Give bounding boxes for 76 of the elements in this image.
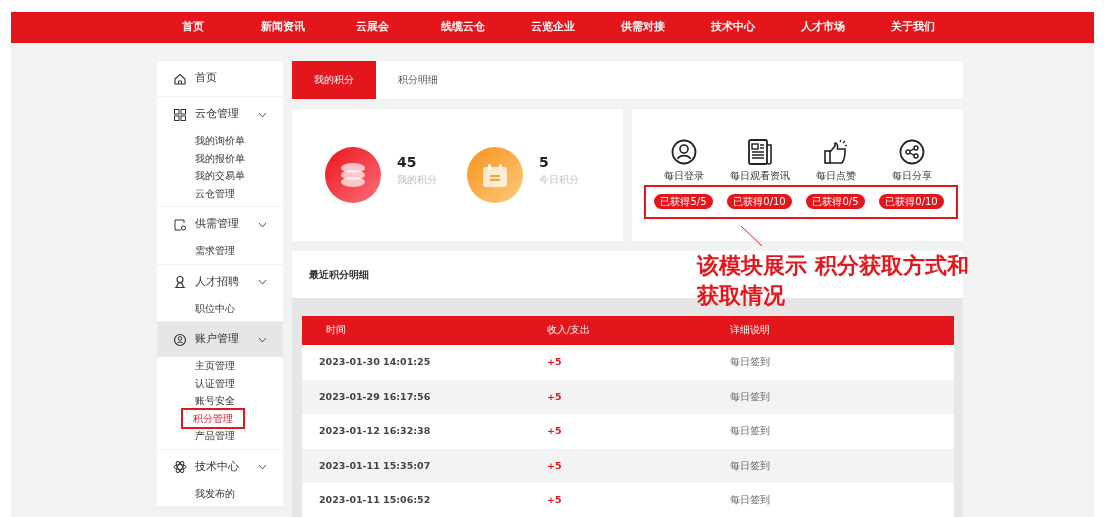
tab[interactable]: 我的积分 <box>292 61 376 99</box>
table-cell-text: +5 <box>547 493 563 508</box>
sidebar-menu-item[interactable]: 云仓管理 <box>157 97 283 132</box>
nav-link[interactable]: 云展会 <box>327 19 418 36</box>
sidebar-menu-item[interactable]: 技术中心 <box>157 449 283 485</box>
atom-icon <box>173 460 187 474</box>
leader-line <box>740 225 764 247</box>
table-cell-text: +5 <box>547 355 563 370</box>
chevron-down-icon <box>258 464 267 470</box>
sidebar-menu-item[interactable]: 供需管理 <box>157 207 283 242</box>
table-cell-text: 2023-01-11 15:35:07 <box>318 458 432 473</box>
task-label: 每日观看资讯 <box>729 169 790 183</box>
stat-value: 45 <box>397 153 418 173</box>
sidebar-submenu-item[interactable]: 我的询价单 <box>193 132 247 150</box>
nav-link[interactable]: 首页 <box>147 19 238 36</box>
table-cell-text: 2023-01-30 14:01:25 <box>318 355 432 370</box>
sidebar-menu-item[interactable]: 人才招聘 <box>157 264 283 300</box>
progress-badge: 已获得0/10 <box>727 194 792 210</box>
sidebar-submenu-item[interactable]: 产品管理 <box>193 427 237 445</box>
section-title: 最近积分明细 <box>308 268 369 282</box>
sidebar-submenu-item[interactable]: 职位中心 <box>193 299 237 317</box>
table-cell-text: 2023-01-12 16:32:38 <box>318 424 432 439</box>
newspaper-icon <box>746 139 773 165</box>
nav-link[interactable]: 供需对接 <box>597 19 688 36</box>
calendar-icon <box>481 161 509 189</box>
sidebar-menu-item[interactable]: 账户管理 <box>157 322 283 357</box>
table-cell-text: 2023-01-11 15:06:52 <box>318 493 432 508</box>
sidebar-submenu-item[interactable]: 需求管理 <box>193 242 237 260</box>
table-cell-text: 每日签到 <box>730 458 771 473</box>
annotation-text: 该模块展示 积分获取方式和 获取情况 <box>697 252 969 310</box>
column-header: 详细说明 <box>730 323 771 338</box>
home-icon <box>173 71 187 86</box>
table-cell-text: +5 <box>547 458 563 473</box>
task-label: 每日登录 <box>663 169 704 183</box>
document-icon <box>173 217 187 232</box>
grid-icon <box>173 107 187 122</box>
nav-link[interactable]: 技术中心 <box>687 19 778 36</box>
share-icon <box>898 139 925 165</box>
sidebar-submenu-item[interactable]: 认证管理 <box>193 374 237 392</box>
progress-badge: 已获得0/10 <box>879 194 944 210</box>
sidebar-submenu-item[interactable]: 我的报价单 <box>193 149 247 167</box>
stat-value: 5 <box>539 153 550 173</box>
chevron-down-icon <box>258 111 267 118</box>
table-cell-text: 每日签到 <box>730 493 771 508</box>
nav-link[interactable]: 新闻资讯 <box>237 19 328 36</box>
task-label: 每日分享 <box>891 169 932 183</box>
chevron-down-icon <box>258 336 267 343</box>
sidebar-submenu-item[interactable]: 账号安全 <box>193 392 237 410</box>
table-cell-text: +5 <box>547 424 563 439</box>
thumbs-up-icon <box>822 139 849 165</box>
person-badge-icon <box>173 275 187 289</box>
progress-badge: 已获得5/5 <box>654 194 713 210</box>
task-label: 每日点赞 <box>815 169 856 183</box>
nav-link[interactable]: 云览企业 <box>507 19 598 36</box>
sidebar-submenu-item[interactable]: 主页管理 <box>193 357 237 375</box>
nav-link[interactable]: 人才市场 <box>777 19 868 36</box>
chevron-down-icon <box>258 221 267 228</box>
sidebar-menu-item[interactable]: 首页 <box>157 61 283 96</box>
table-cell-text: 2023-01-29 16:17:56 <box>318 389 432 404</box>
nav-link[interactable]: 关于我们 <box>867 19 958 36</box>
table-cell-text: +5 <box>547 389 563 404</box>
chevron-down-icon <box>258 279 267 285</box>
user-circle-icon <box>670 139 697 165</box>
table-cell-text: 每日签到 <box>730 389 771 404</box>
nav-link[interactable]: 线缆云仓 <box>417 19 508 36</box>
column-header: 时间 <box>325 323 347 338</box>
sidebar-submenu-item[interactable]: 我的交易单 <box>193 167 247 185</box>
column-header: 收入/支出 <box>547 323 592 338</box>
table-cell-text: 每日签到 <box>730 424 771 439</box>
progress-badge: 已获得0/5 <box>806 194 865 210</box>
sidebar-submenu-item[interactable]: 我发布的 <box>193 484 237 502</box>
user-circle-icon <box>173 332 187 347</box>
table-cell-text: 每日签到 <box>730 355 771 370</box>
sidebar-submenu-item[interactable]: 云仓管理 <box>193 184 237 202</box>
coin-stack-icon <box>339 161 367 189</box>
sidebar-submenu-item[interactable]: 积分管理 <box>183 409 243 427</box>
